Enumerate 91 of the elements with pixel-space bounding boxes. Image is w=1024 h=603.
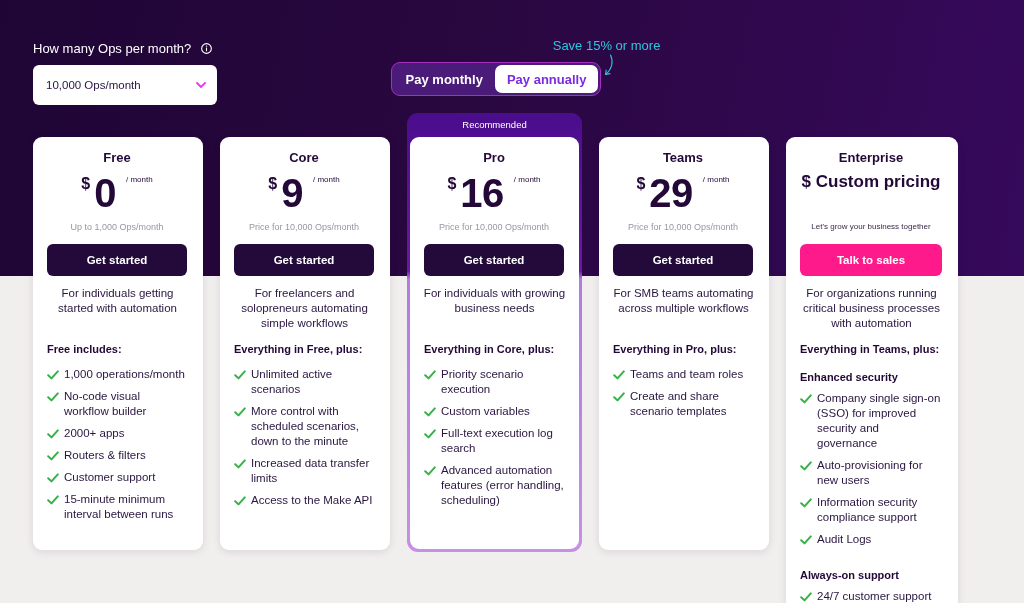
currency-symbol: $ [81, 175, 91, 193]
plan-subtitle: Up to 1,000 Ops/month [70, 221, 164, 234]
currency-symbol: $ [636, 175, 646, 193]
feature-text: Advanced automation features (error handling, scheduling) [441, 463, 564, 508]
feature-text: Routers & filters [64, 448, 146, 463]
cta-button[interactable]: Get started [424, 244, 564, 276]
check-icon [234, 369, 246, 380]
plan-name: Core [289, 149, 319, 167]
check-icon [47, 450, 59, 461]
check-icon [47, 428, 59, 439]
check-icon [800, 460, 812, 471]
ops-dropdown[interactable]: 10,000 Ops/month [33, 65, 217, 105]
check-icon [234, 495, 246, 506]
price-period: / month [702, 175, 730, 185]
ops-question: How many Ops per month? [33, 40, 192, 56]
features-heading: Free includes: [47, 342, 122, 357]
check-icon [613, 391, 625, 402]
feature-text: Teams and team roles [630, 367, 744, 382]
plan-description: For organizations running critical business processes with automation [802, 286, 941, 331]
check-icon [424, 369, 436, 380]
savings-note: Save 15% or more [552, 38, 661, 54]
plan-name: Teams [662, 149, 704, 167]
feature-text: 1,000 operations/month [64, 367, 185, 382]
plan-description: For individuals with growing business needs [422, 286, 567, 316]
plan-subtitle: Price for 10,000 Ops/month [627, 221, 739, 234]
currency-symbol: $ [447, 175, 457, 193]
cta-button[interactable]: Get started [234, 244, 374, 276]
toggle-option[interactable]: Pay monthly [393, 65, 495, 93]
curved-arrow-icon [604, 54, 615, 76]
plan-name: Free [103, 149, 131, 167]
feature-text: Full-text execution log search [441, 426, 554, 456]
price-period: / month [513, 175, 541, 185]
price-amount: 16 [460, 171, 504, 215]
feature-text: 24/7 customer support [817, 589, 932, 603]
plan-description: For individuals getting started with automation [57, 286, 178, 316]
feature-text: Increased data transfer limits [251, 456, 371, 486]
feature-text: More control with scheduled scenarios, down to the minute [251, 404, 361, 449]
features-heading: Everything in Teams, plus: [800, 342, 940, 357]
feature-text: 15-minute minimum interval between runs [64, 492, 175, 522]
feature-text: Auto-provisioning for new users [817, 458, 924, 488]
chevron-down-icon [196, 82, 206, 88]
feature-text: Information security compliance support [817, 495, 919, 525]
feature-text: Priority scenario execution [441, 367, 525, 397]
feature-text: Audit Logs [817, 532, 872, 547]
check-icon [47, 494, 59, 505]
feature-text: Access to the Make API [251, 493, 373, 508]
check-icon [234, 406, 246, 417]
price-period: / month [126, 175, 153, 185]
check-icon [800, 591, 812, 602]
currency-symbol: $ [268, 175, 278, 193]
check-icon [47, 391, 59, 402]
cta-button[interactable]: Get started [613, 244, 753, 276]
check-icon [424, 465, 436, 476]
check-icon [613, 369, 625, 380]
feature-text: Unlimited active scenarios [251, 367, 334, 397]
recommended-label: Recommended [461, 118, 528, 132]
toggle-option[interactable]: Pay annually [494, 65, 599, 93]
price-period: / month [313, 175, 340, 185]
check-icon [47, 472, 59, 483]
custom-price: $ Custom pricing [801, 171, 941, 193]
check-icon [424, 428, 436, 439]
check-icon [234, 458, 246, 469]
check-icon [47, 369, 59, 380]
features-heading: Everything in Pro, plus: [613, 342, 737, 357]
feature-text: Custom variables [441, 404, 530, 419]
feature-group-title: Enhanced security [800, 370, 898, 385]
features-heading: Everything in Core, plus: [424, 342, 555, 357]
check-icon [800, 393, 812, 404]
price-amount: 29 [649, 171, 693, 215]
check-icon [424, 406, 436, 417]
price-amount: 9 [281, 171, 303, 215]
plan-description: For SMB teams automating across multiple workflows [612, 286, 755, 316]
cta-button[interactable]: Talk to sales [800, 244, 942, 276]
info-icon [201, 42, 213, 54]
cta-button[interactable]: Get started [47, 244, 187, 276]
plan-subtitle: Price for 10,000 Ops/month [248, 221, 360, 234]
plan-description: For freelancers and solopreneurs automating simple workflows [240, 286, 369, 331]
plan-name: Pro [483, 149, 505, 167]
plan-name: Enterprise [838, 149, 904, 167]
plan-subtitle: Let's grow your business together [811, 221, 931, 233]
feature-group-title: Always-on support [800, 568, 899, 583]
check-icon [800, 497, 812, 508]
feature-text: No-code visual workflow builder [64, 389, 148, 419]
feature-text: Create and share scenario templates [630, 389, 728, 419]
feature-text: Company single sign-on (SSO) for improved security and governance [817, 391, 942, 451]
plan-subtitle: Price for 10,000 Ops/month [438, 221, 550, 234]
features-heading: Everything in Free, plus: [234, 342, 363, 357]
price-amount: 0 [94, 171, 116, 215]
check-icon [800, 534, 812, 545]
feature-text: 2000+ apps [64, 426, 125, 441]
feature-text: Customer support [64, 470, 156, 485]
